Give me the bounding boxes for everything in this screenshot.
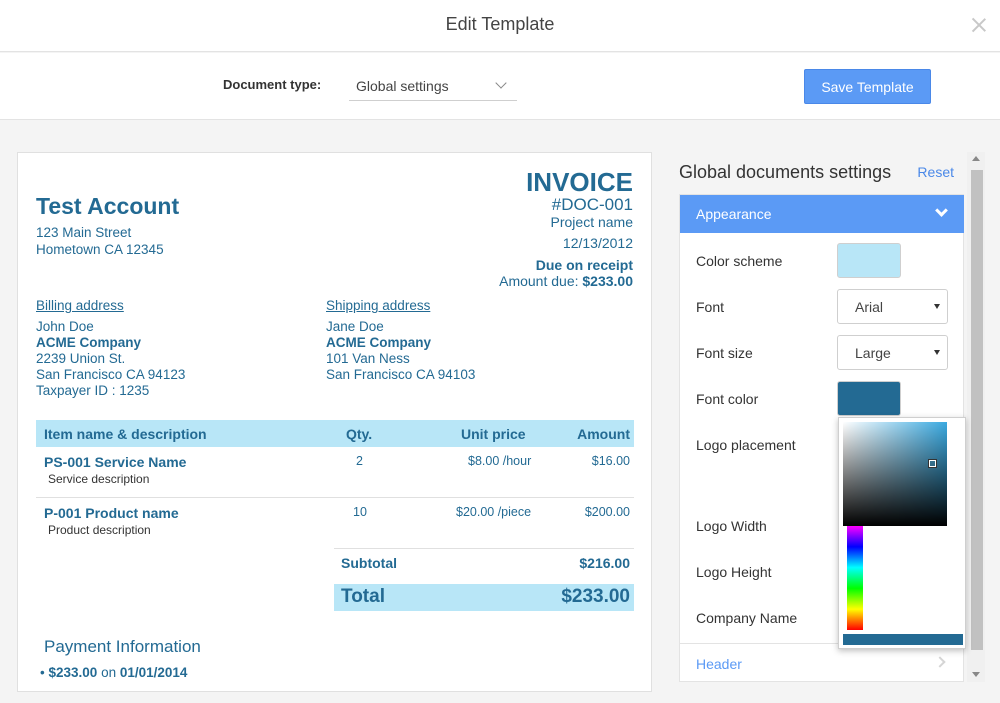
window-title: Edit Template	[445, 14, 555, 34]
invoice-date: 12/13/2012	[562, 235, 633, 251]
invoice-preview: Test Account 123 Main Street Hometown CA…	[17, 152, 652, 692]
item-name: PS-001 Service Name	[44, 454, 187, 470]
close-icon[interactable]	[970, 16, 988, 34]
hue-slider[interactable]	[847, 526, 863, 630]
item-description: Product description	[48, 523, 151, 537]
shipping-address-heading: Shipping address	[326, 298, 431, 313]
item-amount: $200.00	[584, 505, 630, 519]
font-size-select[interactable]: Large	[837, 335, 948, 370]
payment-information-title: Payment Information	[44, 637, 201, 656]
billing-city: San Francisco CA 94123	[36, 367, 186, 382]
table-row: P-001 Product name Product description 1…	[36, 499, 634, 549]
total-value: $233.00	[561, 586, 630, 607]
item-name: P-001 Product name	[44, 505, 179, 521]
subtotal-label: Subtotal	[341, 555, 397, 571]
item-unit-price: $20.00 /piece	[456, 505, 532, 519]
project-name: Project name	[550, 214, 633, 230]
caret-down-icon	[934, 304, 940, 309]
item-qty: 10	[353, 505, 367, 519]
appearance-section-header[interactable]: Appearance	[680, 195, 964, 233]
column-header-amount: Amount	[577, 426, 630, 442]
amount-due-label: Amount due:	[499, 273, 579, 289]
billing-address: Billing address John Doe ACME Company 22…	[36, 298, 185, 399]
document-type-label: Document type:	[223, 77, 322, 92]
color-scheme-swatch[interactable]	[837, 243, 901, 278]
shipping-company: ACME Company	[326, 335, 432, 350]
document-type-value: Global settings	[356, 78, 449, 94]
settings-scrollbar[interactable]	[967, 152, 985, 682]
font-size-label: Font size	[696, 345, 753, 361]
chevron-down-icon	[495, 77, 507, 89]
font-color-label: Font color	[696, 391, 759, 407]
billing-street: 2239 Union St.	[36, 351, 126, 366]
logo-placement-label: Logo placement	[696, 437, 796, 453]
shipping-address: Shipping address Jane Doe ACME Company 1…	[326, 298, 475, 383]
item-unit-price: $8.00 /hour	[468, 454, 532, 468]
items-table-header: Item name & description Qty. Unit price …	[36, 420, 634, 447]
amount-due: Amount due: $233.00	[499, 273, 633, 289]
save-template-button[interactable]: Save Template	[804, 69, 931, 104]
chevron-down-icon	[935, 204, 948, 217]
color-saturation-area[interactable]	[843, 422, 947, 526]
reset-link[interactable]: Reset	[917, 164, 954, 180]
payment-entry: • $233.00 on 01/01/2014	[40, 665, 188, 680]
column-header-unit-price: Unit price	[461, 426, 526, 442]
column-header-qty: Qty.	[346, 426, 373, 442]
payment-amount: $233.00	[48, 665, 98, 680]
font-select[interactable]: Arial	[837, 289, 948, 324]
account-name: Test Account	[36, 193, 180, 219]
billing-company: ACME Company	[36, 335, 142, 350]
header-section-label: Header	[696, 656, 742, 672]
toolbar: Document type: Global settings Save Temp…	[0, 53, 1000, 120]
subtotal-value: $216.00	[579, 555, 630, 571]
address-line: Hometown CA 12345	[36, 242, 164, 257]
total-label: Total	[341, 586, 385, 607]
total-row: Total $233.00	[334, 584, 634, 611]
item-description: Service description	[48, 472, 150, 486]
settings-title: Global documents settings	[679, 162, 892, 182]
payment-terms: Due on receipt	[535, 257, 633, 273]
column-header-item: Item name & description	[44, 426, 207, 442]
amount-due-value: $233.00	[582, 273, 633, 289]
shipping-city: San Francisco CA 94103	[326, 367, 476, 382]
payment-date: 01/01/2014	[119, 665, 188, 680]
item-qty: 2	[356, 454, 363, 468]
shipping-name: Jane Doe	[326, 319, 384, 334]
appearance-section-label: Appearance	[696, 206, 772, 222]
logo-width-label: Logo Width	[696, 518, 767, 534]
color-picker-popup	[838, 417, 966, 649]
color-scheme-label: Color scheme	[696, 253, 783, 269]
font-size-select-value: Large	[855, 345, 891, 361]
font-select-value: Arial	[855, 299, 884, 315]
account-address: 123 Main Street Hometown CA 12345	[36, 224, 164, 258]
document-type-select[interactable]: Global settings	[349, 71, 517, 101]
invoice-title: INVOICE	[526, 167, 633, 197]
table-row: PS-001 Service Name Service description …	[36, 448, 634, 498]
color-picker-cursor[interactable]	[928, 459, 937, 468]
address-line: 123 Main Street	[36, 225, 132, 240]
scrollbar-thumb[interactable]	[971, 170, 983, 650]
chevron-right-icon	[934, 656, 946, 668]
billing-taxpayer: Taxpayer ID : 1235	[36, 383, 150, 398]
caret-down-icon	[934, 350, 940, 355]
billing-address-heading: Billing address	[36, 298, 124, 313]
item-amount: $16.00	[591, 454, 630, 468]
scroll-up-icon[interactable]	[972, 156, 980, 161]
scroll-down-icon[interactable]	[972, 672, 980, 677]
selected-color-preview	[843, 634, 963, 645]
billing-name: John Doe	[36, 319, 94, 334]
payment-on: on	[101, 665, 117, 680]
font-label: Font	[696, 299, 725, 315]
subtotal-row: Subtotal $216.00	[334, 548, 634, 576]
logo-height-label: Logo Height	[696, 564, 772, 580]
title-bar: Edit Template	[0, 0, 1000, 52]
font-color-swatch[interactable]	[837, 381, 901, 416]
company-name-label: Company Name	[696, 610, 798, 626]
shipping-street: 101 Van Ness	[326, 351, 410, 366]
invoice-number: #DOC-001	[551, 195, 633, 214]
